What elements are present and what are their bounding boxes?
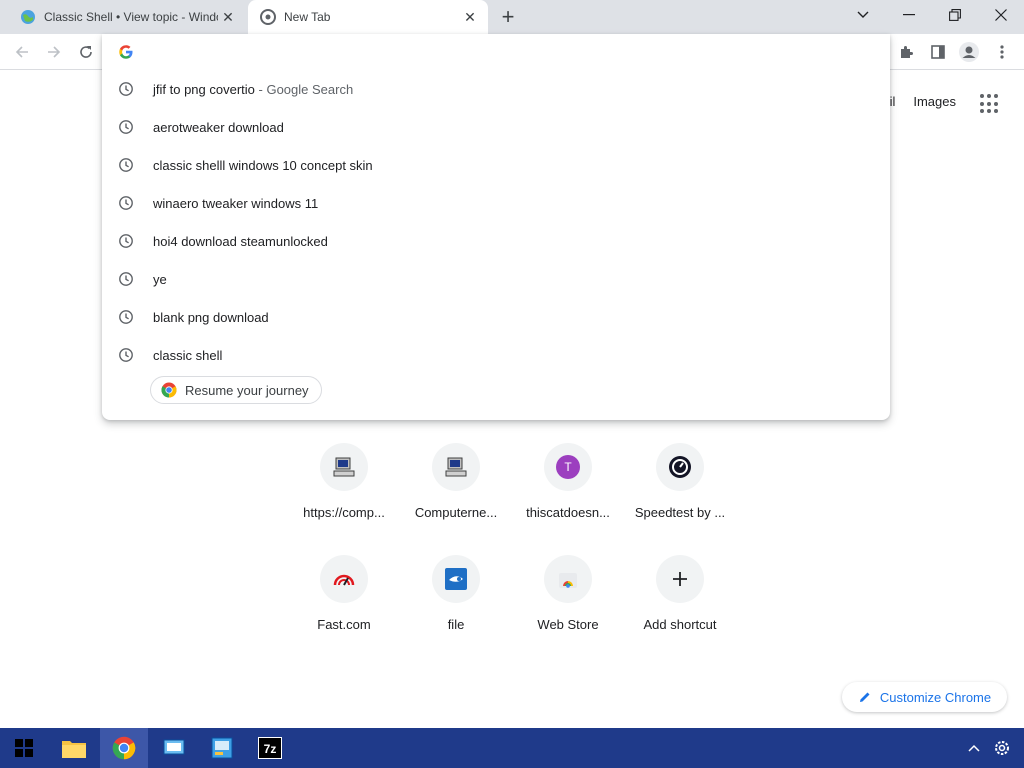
suggestion-item[interactable]: ye <box>102 260 890 298</box>
windows-logo-icon <box>15 739 33 757</box>
suggestion-item[interactable]: blank png download <box>102 298 890 336</box>
history-clock-icon <box>119 196 133 210</box>
tab-strip: Classic Shell • View topic - Windows ✕ N… <box>0 0 1024 34</box>
suggestion-item[interactable]: aerotweaker download <box>102 108 890 146</box>
close-window-icon[interactable] <box>978 0 1024 30</box>
show-hidden-icons-chevron-icon[interactable] <box>964 738 984 758</box>
shortcut-tile[interactable]: Speedtest by ... <box>624 443 736 520</box>
history-clock-icon <box>119 234 133 248</box>
shortcut-label: file <box>447 617 465 632</box>
taskbar-app-4[interactable] <box>198 728 246 768</box>
taskbar-app-3[interactable] <box>150 728 198 768</box>
back-arrow-icon[interactable] <box>10 40 34 64</box>
shortcut-tile[interactable]: Computerne... <box>400 443 512 520</box>
suggestion-item[interactable]: jfif to png covertio - Google Search <box>102 70 890 108</box>
shortcut-tile[interactable]: Fast.com <box>288 555 400 632</box>
suggestion-text: blank png download <box>153 309 269 325</box>
omnibox-dropdown: jfif to png covertio - Google Search aer… <box>102 34 890 420</box>
suggestion-text: aerotweaker download <box>153 119 284 135</box>
tab-new-tab[interactable]: New Tab ✕ <box>248 0 488 34</box>
close-tab-icon[interactable]: ✕ <box>460 7 480 27</box>
chrome-logo-icon <box>112 736 136 760</box>
shortcut-tile[interactable]: https://comp... <box>288 443 400 520</box>
shortcut-tile[interactable]: file <box>400 555 512 632</box>
google-g-icon <box>119 45 133 59</box>
computer-icon <box>445 457 467 477</box>
suggestion-text: ye <box>153 271 167 287</box>
history-clock-icon <box>119 158 133 172</box>
history-clock-icon <box>119 272 133 286</box>
gmail-link[interactable]: il <box>890 94 896 109</box>
plus-icon <box>673 572 687 586</box>
shortcut-label: Web Store <box>537 617 599 632</box>
suggestion-text: hoi4 download steamunlocked <box>153 233 328 249</box>
shortcut-tile[interactable]: T thiscatdoesn... <box>512 443 624 520</box>
suggestion-item[interactable]: hoi4 download steamunlocked <box>102 222 890 260</box>
app-window-icon <box>163 739 185 755</box>
google-apps-grid-icon[interactable] <box>980 94 1000 114</box>
side-panel-icon[interactable] <box>926 40 950 64</box>
restore-icon[interactable] <box>932 0 978 30</box>
resume-journey-chip[interactable]: Resume your journey <box>150 376 322 404</box>
omnibox[interactable] <box>102 34 890 70</box>
pencil-icon <box>859 692 870 702</box>
7zip-icon: 7z <box>258 737 282 759</box>
suggestion-item[interactable]: classic shell <box>102 336 890 374</box>
shortcut-label: https://comp... <box>303 505 385 520</box>
web-store-icon <box>559 573 577 588</box>
history-clock-icon <box>119 310 133 324</box>
minimize-icon[interactable] <box>886 0 932 30</box>
suggestion-description: - Google Search <box>258 81 354 97</box>
extensions-puzzle-icon[interactable] <box>894 40 918 64</box>
suggestion-item[interactable]: winaero tweaker windows 11 <box>102 184 890 222</box>
history-clock-icon <box>119 348 133 362</box>
profile-avatar-icon[interactable] <box>957 40 981 64</box>
computer-icon <box>333 457 355 477</box>
reload-icon[interactable] <box>74 40 98 64</box>
new-tab-plus-icon[interactable]: + <box>496 4 520 29</box>
shortcut-label: Fast.com <box>317 617 371 632</box>
start-button[interactable] <box>0 728 48 768</box>
globe-icon <box>21 10 35 24</box>
taskbar-chrome[interactable] <box>100 728 148 768</box>
taskbar-7zip[interactable]: 7z <box>246 728 294 768</box>
menu-kebab-icon[interactable] <box>990 40 1014 64</box>
shortcut-label: Computerne... <box>414 505 498 520</box>
add-shortcut-tile[interactable]: Add shortcut <box>624 555 736 632</box>
svg-text:7z: 7z <box>264 742 277 756</box>
taskbar: 7z <box>0 728 1024 768</box>
close-tab-icon[interactable]: ✕ <box>218 7 238 27</box>
tab-classic-shell[interactable]: Classic Shell • View topic - Windows ✕ <box>8 0 246 34</box>
taskbar-file-explorer[interactable] <box>50 728 98 768</box>
chrome-logo-icon <box>161 382 177 398</box>
customize-label: Customize Chrome <box>879 689 992 705</box>
top-links: il Images <box>890 94 956 109</box>
control-panel-icon <box>211 737 233 759</box>
suggestion-text: classic shelll windows 10 concept skin <box>153 157 373 173</box>
history-clock-icon <box>119 82 133 96</box>
chrome-icon <box>260 9 276 25</box>
forward-arrow-icon[interactable] <box>42 40 66 64</box>
resume-journey-label: Resume your journey <box>185 382 309 398</box>
letter-avatar-icon: T <box>556 455 580 479</box>
tab-title: Classic Shell • View topic - Windows <box>44 10 218 24</box>
speedtest-icon <box>669 456 691 478</box>
suggestion-text: classic shell <box>153 347 223 363</box>
suggestion-text: jfif to png covertio <box>153 81 255 97</box>
shortcut-tile[interactable]: Web Store <box>512 555 624 632</box>
tab-title: New Tab <box>284 10 331 24</box>
shortcut-label: thiscatdoesn... <box>526 505 610 520</box>
shortcut-label: Add shortcut <box>643 617 717 632</box>
history-clock-icon <box>119 120 133 134</box>
suggestion-item[interactable]: classic shelll windows 10 concept skin <box>102 146 890 184</box>
suggestion-text: winaero tweaker windows 11 <box>153 195 319 211</box>
shortcut-label: Speedtest by ... <box>634 505 726 520</box>
tab-search-chevron-icon[interactable] <box>840 0 886 30</box>
customize-chrome-button[interactable]: Customize Chrome <box>842 682 1007 712</box>
fast-com-icon <box>333 574 355 586</box>
mediafire-icon <box>445 568 467 590</box>
images-link[interactable]: Images <box>913 94 956 109</box>
folder-icon <box>62 741 86 758</box>
settings-gear-icon[interactable] <box>992 738 1012 758</box>
